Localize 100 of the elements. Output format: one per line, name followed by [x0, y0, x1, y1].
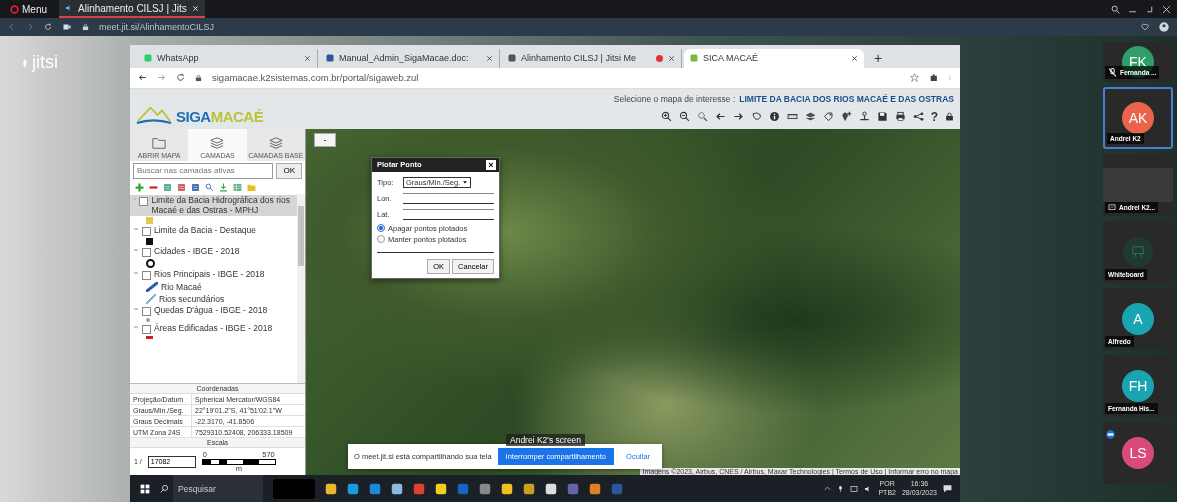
search-icon[interactable] [1111, 4, 1120, 14]
zoom-out-icon[interactable] [678, 111, 690, 123]
settings-icon[interactable] [545, 482, 557, 495]
layers-icon[interactable] [804, 111, 816, 123]
layer-name: Cidades - IBGE - 2018 [154, 247, 240, 258]
search-field[interactable]: Buscar nas camadas ativas [133, 162, 274, 179]
download-icon[interactable] [219, 182, 228, 192]
app-logo-text: SIGAMACAÉ [176, 107, 264, 125]
collapse-toggle-icon[interactable] [133, 324, 139, 331]
layer-checkbox[interactable] [142, 248, 151, 258]
calculator-icon[interactable] [479, 482, 491, 495]
scrollbar[interactable] [297, 193, 305, 383]
close-button[interactable]: × [486, 159, 496, 170]
list-icon[interactable] [191, 182, 200, 192]
print-icon[interactable] [894, 111, 906, 123]
close-icon[interactable] [304, 54, 311, 62]
zoom-extent-icon[interactable] [696, 111, 708, 123]
pin-add-icon[interactable] [840, 111, 852, 123]
share-nodes-icon[interactable] [912, 111, 924, 123]
participant-tile[interactable]: LS [1103, 422, 1173, 484]
layer-name: Limite da Bacia Hidrográfica dos rios Macaé e das Ostras - MPHJ [151, 195, 291, 216]
layer-checkbox[interactable] [139, 196, 149, 206]
browser-tab[interactable]: Manual_Admin_SigaMacae.doc: [320, 48, 500, 68]
collapse-toggle-icon[interactable] [133, 247, 139, 254]
reload-icon[interactable] [176, 73, 185, 83]
screen-share-icon [1108, 204, 1116, 211]
browser-tab[interactable]: WhatsApp [138, 48, 318, 68]
browser-tab[interactable]: Alinhamento CILSJ | Jits [59, 0, 205, 18]
close-icon[interactable] [851, 54, 858, 62]
close-icon[interactable] [668, 54, 675, 62]
presentation-app-icon[interactable] [589, 482, 601, 495]
collapse-toggle-icon[interactable] [133, 270, 139, 277]
taskbar-search-field[interactable]: Pesquisar [173, 475, 263, 502]
add-icon[interactable] [135, 182, 144, 192]
heart-icon[interactable] [1141, 23, 1149, 31]
edge-icon[interactable] [369, 482, 381, 495]
windows-start-icon[interactable] [140, 483, 150, 494]
layer-row[interactable]: Cidades - IBGE - 2018 [130, 246, 297, 259]
layer-checkbox[interactable] [142, 325, 151, 335]
map-select-label: Selecione o mapa de interesse : [613, 93, 736, 104]
camera-icon[interactable] [62, 23, 72, 31]
layer-row[interactable]: Quedas D'água - IBGE - 2018 [130, 305, 297, 318]
back-arrow-icon[interactable] [714, 111, 726, 123]
back-icon[interactable] [138, 73, 147, 83]
network-icon[interactable] [850, 484, 859, 493]
teams-icon[interactable] [567, 482, 579, 495]
tag-icon[interactable] [822, 111, 834, 123]
browser-tab[interactable]: Alinhamento CILSJ | Jitsi Me [502, 48, 682, 68]
info-icon[interactable] [768, 111, 780, 123]
star-icon[interactable] [910, 73, 919, 83]
zoom-in-icon[interactable] [660, 111, 672, 123]
notifications-icon[interactable] [943, 484, 952, 493]
outlook-icon[interactable] [457, 482, 469, 495]
map-select-link[interactable]: LIMITE DA BACIA DOS RIOS MACAÉ E DAS OSTRAS [739, 93, 954, 104]
latitude-field[interactable] [403, 209, 494, 221]
forward-icon[interactable] [26, 23, 34, 31]
browser-tab[interactable]: SICA MACAÉ [684, 48, 864, 68]
help-button[interactable]: ? [930, 109, 938, 124]
table-icon[interactable] [233, 182, 242, 192]
ok-button[interactable]: OK [276, 162, 302, 179]
skype-icon[interactable] [347, 482, 359, 495]
layer-down-icon[interactable] [177, 182, 186, 192]
layer-checkbox[interactable] [142, 227, 151, 237]
extensions-icon[interactable] [929, 73, 938, 83]
browser-logo-icon [10, 4, 19, 14]
sticky-notes-icon[interactable] [435, 482, 447, 495]
radio-button[interactable] [377, 235, 385, 244]
layer-row[interactable]: Rios Principais - IBGE - 2018 [130, 269, 297, 282]
anchor-pin-icon[interactable] [858, 111, 870, 123]
new-tab-button[interactable]: + [866, 49, 891, 68]
notes-app-icon[interactable] [391, 482, 403, 495]
radio-button[interactable] [377, 224, 385, 233]
url-text[interactable]: sigamacae.k2sistemas.com.br/portal/sigaweb.zul [212, 72, 419, 84]
longitude-field[interactable] [403, 193, 494, 205]
profile-icon[interactable] [1159, 22, 1169, 32]
screen-owner-label: Andrei K2's screen [506, 434, 586, 446]
wifi-app-icon[interactable] [523, 482, 535, 495]
file-explorer-icon[interactable] [325, 482, 337, 495]
lock-icon[interactable] [945, 111, 954, 123]
layer-checkbox[interactable] [142, 271, 151, 281]
menu-button[interactable]: Menu [6, 3, 51, 15]
taskbar-thumbnail[interactable] [273, 478, 315, 499]
chevron-up-icon[interactable] [824, 485, 832, 492]
forward-arrow-icon[interactable] [732, 111, 744, 123]
collapse-toggle-icon[interactable] [133, 306, 139, 313]
tab-favicon-icon [326, 54, 334, 63]
chrome-icon[interactable] [413, 482, 425, 495]
microphone-icon[interactable] [837, 484, 845, 493]
chat-app-icon[interactable] [501, 482, 513, 495]
save-icon[interactable] [876, 111, 888, 123]
collapse-toggle-icon[interactable] [133, 226, 139, 233]
close-icon[interactable] [486, 54, 493, 62]
layer-checkbox[interactable] [142, 307, 151, 317]
select-area-icon[interactable] [750, 111, 762, 123]
layer-up-icon[interactable] [163, 182, 172, 192]
layer-row[interactable]: Áreas Edificadas - IBGE - 2018 [130, 323, 297, 336]
layer-row[interactable]: Limite da Bacia - Destaque [130, 225, 297, 238]
url-text[interactable]: meet.jit.si/AlinhamentoCILSJ [99, 22, 215, 32]
zoom-layer-icon[interactable] [205, 182, 214, 192]
layer-row[interactable]: Limite da Bacia Hidrográfica dos rios Macaé e das Ostras - MPHJ [130, 194, 297, 217]
